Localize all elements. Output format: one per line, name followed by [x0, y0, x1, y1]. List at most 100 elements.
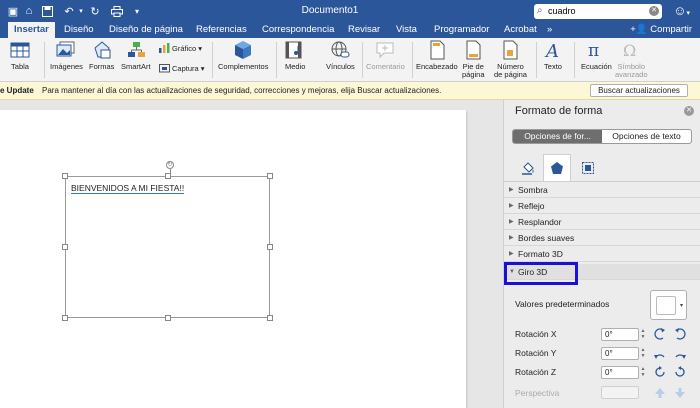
- search-box[interactable]: ⌕ ✕: [534, 4, 662, 19]
- text-button[interactable]: A Texto: [543, 40, 563, 71]
- rotation-z-input[interactable]: 0°: [601, 366, 639, 379]
- rotation-y-label: Rotación Y: [515, 348, 557, 358]
- table-icon: [10, 42, 30, 58]
- advanced-symbol-button[interactable]: Ω Símbolo avanzado: [615, 40, 648, 79]
- layout-properties-tab[interactable]: [574, 154, 602, 181]
- ribbon-divider: [412, 42, 413, 78]
- shapes-icon: [94, 41, 111, 59]
- footer-button[interactable]: Pie de página: [462, 40, 485, 79]
- rotation-y-stepper[interactable]: ▲ ▼: [640, 347, 646, 360]
- shape-text[interactable]: BIENVENIDOS A MI FIESTA!!: [71, 183, 185, 194]
- tab-revisar[interactable]: Revisar: [342, 22, 386, 38]
- text-a-icon: A: [544, 41, 559, 60]
- tab-insertar[interactable]: Insertar: [8, 22, 55, 38]
- text-shape[interactable]: ↻ BIENVENIDOS A MI FIESTA!!: [62, 161, 273, 321]
- section-shadow[interactable]: ▶ Sombra: [504, 182, 700, 198]
- smartart-icon: [127, 42, 145, 57]
- tab-more[interactable]: »: [541, 22, 558, 38]
- tab-referencias[interactable]: Referencias: [190, 22, 253, 38]
- resize-handle[interactable]: [62, 173, 68, 179]
- section-soft-edges[interactable]: ▶ Bordes suaves: [504, 230, 700, 246]
- preset-swatch: [656, 296, 676, 315]
- resize-handle[interactable]: [267, 173, 273, 179]
- rotation-z-stepper[interactable]: ▲ ▼: [640, 366, 646, 379]
- ribbon: Tabla Imágenes Formas SmartArt Gráfico ▾ …: [0, 38, 700, 82]
- layout-properties-icon: [582, 161, 594, 174]
- ribbon-divider: [276, 42, 277, 78]
- clear-search-icon[interactable]: ✕: [649, 6, 659, 16]
- resize-handle[interactable]: [165, 315, 171, 321]
- rotation-z-label: Rotación Z: [515, 367, 557, 377]
- svg-text:Ω: Ω: [623, 41, 636, 60]
- screenshot-icon: [159, 64, 170, 73]
- tab-diseno[interactable]: Diseño: [58, 22, 100, 38]
- rotation-x-input[interactable]: 0°: [601, 328, 639, 341]
- addins-button[interactable]: Complementos: [218, 40, 268, 71]
- chart-button[interactable]: Gráfico ▾: [159, 43, 202, 53]
- perspective-down-icon: [674, 387, 686, 399]
- table-button[interactable]: Tabla: [10, 40, 30, 71]
- ribbon-divider: [44, 42, 45, 78]
- resize-handle[interactable]: [267, 315, 273, 321]
- ribbon-divider: [362, 42, 363, 78]
- tab-diseno-pagina[interactable]: Diseño de página: [103, 22, 189, 38]
- rotate-cw-icon[interactable]: [674, 366, 686, 378]
- header-button[interactable]: Encabezado: [416, 40, 458, 71]
- presets-dropdown[interactable]: ▾: [650, 290, 687, 320]
- tab-text-options[interactable]: Opciones de texto: [602, 130, 691, 143]
- expand-arrow-icon: ▶: [509, 251, 514, 257]
- highlight-box: [504, 262, 578, 285]
- equation-button[interactable]: π Ecuación: [581, 40, 612, 71]
- shapes-button[interactable]: Formas: [89, 40, 114, 71]
- rotate-down-icon[interactable]: [674, 347, 686, 359]
- smartart-button[interactable]: SmartArt: [121, 40, 151, 71]
- tab-shape-options[interactable]: Opciones de for...: [513, 130, 602, 143]
- search-input[interactable]: [548, 5, 646, 17]
- effects-tab[interactable]: [543, 154, 571, 181]
- expand-arrow-icon: ▶: [509, 235, 514, 241]
- tab-vista[interactable]: Vista: [390, 22, 423, 38]
- update-message-bar: e Update Para mantener al día con las ac…: [0, 82, 700, 100]
- resize-handle[interactable]: [62, 244, 68, 250]
- resize-handle[interactable]: [62, 315, 68, 321]
- resize-handle[interactable]: [165, 173, 171, 179]
- images-button[interactable]: Imágenes: [50, 40, 83, 71]
- paint-bucket-icon: [522, 161, 534, 175]
- section-3d-format[interactable]: ▶ Formato 3D: [504, 246, 700, 262]
- screenshot-button[interactable]: Captura ▾: [159, 63, 204, 73]
- fill-line-tab[interactable]: [514, 154, 542, 181]
- tab-acrobat[interactable]: Acrobat: [498, 22, 543, 38]
- tab-programador[interactable]: Programador: [428, 22, 495, 38]
- header-icon: [430, 40, 445, 60]
- comment-button[interactable]: Comentario: [366, 40, 405, 71]
- media-button[interactable]: Medio: [285, 40, 305, 71]
- close-icon[interactable]: ✕: [684, 106, 694, 116]
- section-glow[interactable]: ▶ Resplandor: [504, 214, 700, 230]
- check-updates-button[interactable]: Buscar actualizaciones: [590, 84, 688, 97]
- pane-title: Formato de forma: [515, 105, 603, 117]
- dropdown-arrow-icon: ▾: [679, 303, 683, 309]
- message-text: Para mantener al día con las actualizaci…: [42, 86, 442, 95]
- omega-icon: Ω: [623, 41, 636, 60]
- rotate-right-icon[interactable]: [674, 328, 686, 340]
- feedback-smiley-icon[interactable]: ☺▾: [673, 3, 690, 18]
- resize-handle[interactable]: [267, 244, 273, 250]
- perspective-up-icon: [654, 387, 666, 399]
- dropdown-icon: ▾: [198, 43, 202, 53]
- rotate-up-icon[interactable]: [654, 347, 666, 359]
- pane-options-toggle: Opciones de for... Opciones de texto: [512, 129, 692, 144]
- share-button[interactable]: +👤 Compartir: [630, 22, 692, 38]
- links-button[interactable]: Vínculos: [326, 40, 355, 71]
- rotate-handle[interactable]: ↻: [166, 161, 174, 169]
- tab-correspondencia[interactable]: Correspondencia: [256, 22, 340, 38]
- document-page[interactable]: ↻ BIENVENIDOS A MI FIESTA!!: [0, 110, 466, 408]
- rotation-y-input[interactable]: 0°: [601, 347, 639, 360]
- section-reflection[interactable]: ▶ Reflejo: [504, 198, 700, 214]
- rotation-x-stepper[interactable]: ▲ ▼: [640, 328, 646, 341]
- page-number-icon: [503, 40, 518, 60]
- rotate-left-icon[interactable]: [654, 328, 666, 340]
- message-label: e Update: [0, 86, 34, 95]
- expand-arrow-icon: ▶: [509, 203, 514, 209]
- page-number-button[interactable]: Número de página: [494, 40, 527, 79]
- rotate-ccw-icon[interactable]: [654, 366, 666, 378]
